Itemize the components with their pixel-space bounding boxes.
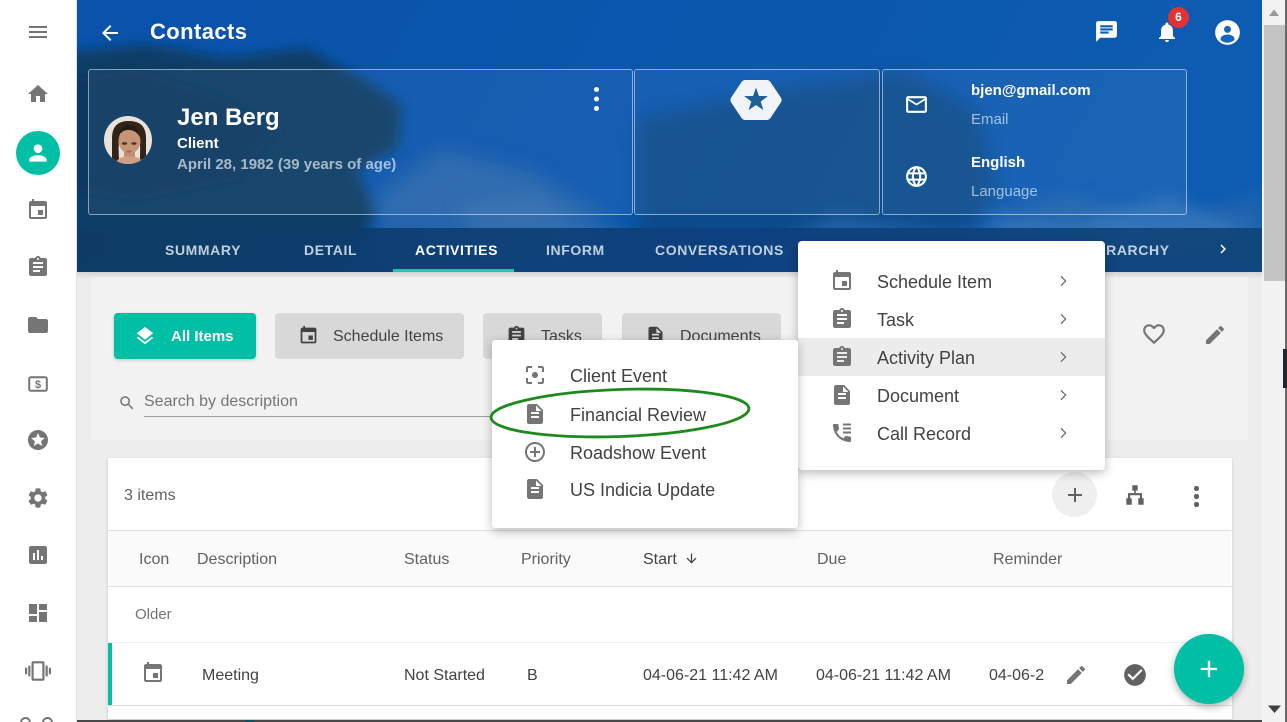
svg-text:$: $: [35, 379, 41, 391]
